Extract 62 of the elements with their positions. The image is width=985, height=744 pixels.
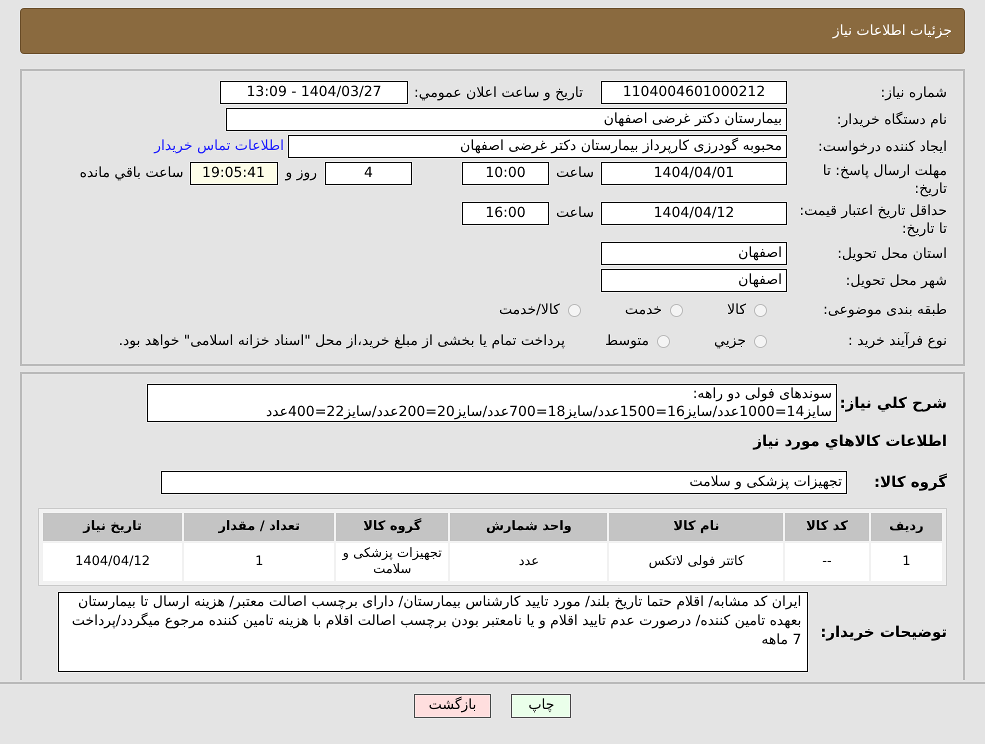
time-label: ساعت	[554, 164, 596, 183]
field-label: ايجاد کننده درخواست:	[817, 138, 947, 156]
time-label: ساعت	[554, 204, 596, 223]
radio-label: خدمت	[624, 300, 662, 320]
radio-label: کالا/خدمت	[498, 300, 560, 320]
remaining-label: ساعت باقي مانده	[80, 164, 184, 183]
table-cell: 1404/04/12	[43, 542, 182, 580]
field-label: شهر محل تحويل:	[844, 272, 947, 290]
table-cell: تجهیزات پزشکی و سلامت	[336, 542, 448, 580]
payment-note: پرداخت تمام يا بخشی از مبلغ خريد،از محل "اسناد خزانه اسلامی" خواهد بود.	[118, 332, 566, 350]
field-label: شرح کلي نياز:	[838, 393, 947, 412]
radio-label: متوسط	[605, 332, 650, 350]
days-label: روز و	[284, 164, 318, 183]
table-cell: 1	[870, 542, 942, 580]
field-label: شماره نیاز:	[880, 84, 947, 102]
field-label: طبقه بندی موضوعی:	[822, 301, 947, 319]
column-header: کد کالا	[785, 512, 869, 540]
radio-label: کالا	[727, 300, 746, 320]
print-button[interactable]: چاپ	[511, 694, 572, 718]
field-value: اصفهان	[601, 242, 787, 265]
table-cell: کاتتر فولی لاتکس	[609, 542, 784, 580]
field-value: محبوبه گودرزی کارپرداز بیمارستان دکتر غرضی اصفهان	[288, 135, 787, 158]
field-value: تجهیزات پزشکی و سلامت	[161, 470, 847, 494]
back-button[interactable]: بازگشت	[414, 694, 492, 718]
table-cell: --	[785, 542, 869, 580]
field-value: 1404/03/27 - 13:09	[220, 81, 408, 104]
field-label: تاريخ و ساعت اعلان عمومي:	[414, 84, 583, 102]
column-header: رديف	[870, 512, 942, 540]
field-label: حداقل تاريخ اعتبار قيمت: تا تاریخ:	[798, 202, 947, 238]
countdown-value: 19:05:41	[190, 162, 278, 185]
radio-button[interactable]	[670, 304, 684, 316]
field-value: 1104004601000212	[601, 81, 787, 104]
radio-button[interactable]	[568, 304, 581, 316]
field-value: 16:00	[462, 202, 549, 225]
field-value: 4	[325, 162, 412, 185]
column-header: واحد شمارش	[450, 512, 608, 540]
field-value: 1404/04/01	[601, 162, 787, 185]
section-title: اطلاعات کالاهاي مورد نياز	[752, 431, 947, 452]
radio-button[interactable]	[657, 334, 670, 348]
field-label: استان محل تحويل:	[836, 244, 947, 262]
field-value: اصفهان	[601, 269, 787, 292]
field-value: 1404/04/12	[601, 202, 787, 225]
field-label: مهلت ارسال پاسخ: تا تاریخ:	[822, 162, 947, 198]
field-label: نوع فرآيند خريد :	[847, 332, 947, 350]
field-label: نام دستگاه خريدار:	[836, 110, 947, 128]
header-title: جزئیات اطلاعات نیاز	[832, 22, 952, 40]
radio-button[interactable]	[754, 334, 767, 348]
column-header: تعداد / مقدار	[184, 512, 334, 540]
column-header: گروه کالا	[336, 512, 448, 540]
table-cell: عدد	[450, 542, 608, 580]
field-value: بيمارستان دکتر غرضی اصفهان	[226, 108, 787, 131]
buyer-contact-link[interactable]: اطلاعات تماس خريدار	[154, 136, 284, 157]
column-header: نام کالا	[609, 512, 784, 540]
column-header: تاريخ نياز	[43, 512, 182, 540]
radio-button[interactable]	[754, 304, 767, 316]
table-cell: 1	[184, 542, 334, 580]
buyer-notes-textarea[interactable]: ایران کد مشابه/ اقلام حتما تاریخ بلند/ مورد تایید کارشناس بیمارستان/ دارای برچسب اصالت معتبر/ هزینه ارسال تا بیمارستان بعهده تامین کننده/ درصورت عدم تایید اقلام و یا نامعتبر بودن برچسب اصالت اقلام با هزینه تامین کننده مرجوع میگردد/پرداخت 7 ماهه	[58, 592, 808, 672]
field-label: گروه کالا:	[873, 473, 947, 491]
radio-label: جزيي	[714, 332, 746, 350]
field-value: 10:00	[462, 162, 549, 185]
field-label: توضيحات خريدار:	[820, 622, 947, 640]
description-textarea[interactable]: سوندهای فولی دو راهه: سایز14=1000عدد/سایز16=1500عدد/سایز18=700عدد/سایز20=200عدد/سایز22=400عدد	[147, 384, 837, 422]
